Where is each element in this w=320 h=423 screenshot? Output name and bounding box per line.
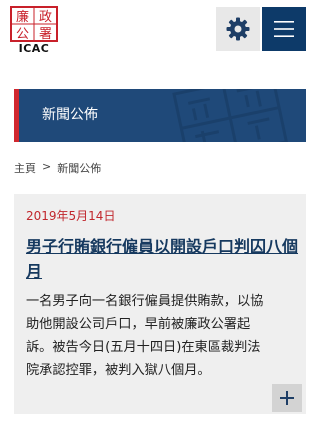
plus-icon <box>280 391 294 405</box>
logo-char: 公 <box>16 27 29 42</box>
icac-logo[interactable]: 廉 政 公 署 ICAC <box>10 6 58 56</box>
logo-char: 廉 <box>16 9 29 25</box>
article-summary-line: 訴。被告今日(五月十四日)在東區裁判法 <box>26 340 261 355</box>
page-title: 新聞公佈 <box>42 107 98 123</box>
article-summary-line: 助他開設公司戶口，早前被廉政公署起 <box>26 317 251 332</box>
article-summary-line: 院承認控罪，被判入獄八個月。 <box>26 363 211 378</box>
article-title-link[interactable]: 男子行賄銀行僱員以開設戶口判囚八個月 <box>26 234 298 284</box>
breadcrumb-home-link[interactable]: 主頁 <box>14 160 36 176</box>
logo-text: ICAC <box>18 42 50 55</box>
site-header: 廉 政 公 署 ICAC <box>0 0 320 60</box>
gear-icon <box>226 17 250 41</box>
press-release-card: 2019年5月14日 男子行賄銀行僱員以開設戶口判囚八個月 一名男子向一名銀行僱… <box>14 194 306 414</box>
breadcrumb: 主頁 > 新聞公佈 <box>14 160 101 176</box>
settings-button[interactable] <box>216 7 260 51</box>
breadcrumb-separator: > <box>42 160 52 173</box>
article-date: 2019年5月14日 <box>26 209 116 223</box>
breadcrumb-current: 新聞公佈 <box>57 162 102 175</box>
menu-button[interactable] <box>262 7 306 51</box>
hamburger-icon <box>274 21 294 37</box>
banner-accent-stripe <box>14 89 19 142</box>
banner-seal-icon <box>172 89 289 142</box>
logo-char: 署 <box>39 27 52 42</box>
expand-button[interactable] <box>272 384 302 412</box>
logo-char: 政 <box>39 10 52 25</box>
article-summary-line: 一名男子向一名銀行僱員提供賄款，以協 <box>26 294 264 309</box>
icac-seal-icon: 廉 政 公 署 <box>10 6 58 42</box>
article-summary: 一名男子向一名銀行僱員提供賄款，以協 助他開設公司戶口，早前被廉政公署起 訴。被… <box>26 290 298 382</box>
page-banner: 新聞公佈 <box>14 89 306 142</box>
